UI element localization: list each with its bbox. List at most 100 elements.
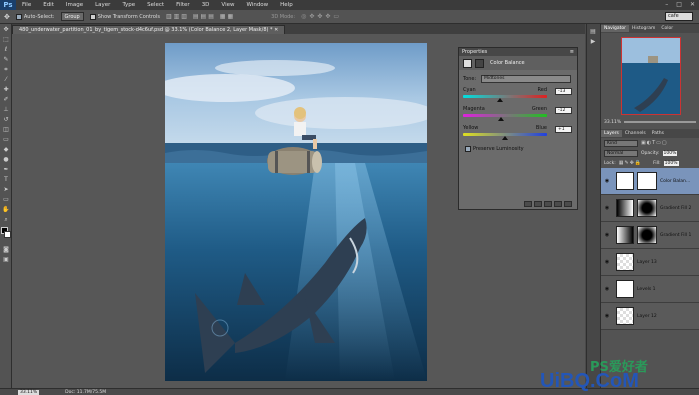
tone-dropdown[interactable]: Midtones (481, 75, 571, 83)
clip-icon[interactable] (524, 201, 532, 207)
visibility-eye-icon[interactable]: ◉ (603, 232, 611, 238)
menu-edit[interactable]: Edit (37, 2, 60, 8)
lock-icons[interactable]: ▦✎✥🔒 (619, 160, 642, 166)
visibility-eye-icon[interactable]: ◉ (603, 313, 611, 319)
menu-3d[interactable]: 3D (196, 2, 216, 8)
quick-mask-icon[interactable]: ◙ (2, 246, 10, 254)
stamp-tool-icon[interactable]: ⊥ (2, 106, 10, 114)
tab-navigator[interactable]: Navigator (601, 25, 630, 32)
workspace-selector[interactable]: cafe (665, 12, 693, 21)
navigator-zoom[interactable]: 33.11% (604, 120, 621, 125)
menu-view[interactable]: View (215, 2, 240, 8)
layer-name[interactable]: Gradient Fill 1 (660, 233, 691, 238)
layer-name[interactable]: Layer 13 (637, 260, 657, 265)
tab-color[interactable]: Color (658, 25, 676, 32)
layer-name[interactable]: Gradient Fill 2 (660, 206, 691, 211)
document-tab[interactable]: 480_underwater_partition_01_by_tigem_sto… (12, 25, 286, 34)
slider-knob[interactable] (497, 117, 504, 121)
tab-paths[interactable]: Paths (649, 130, 667, 137)
filter-icons[interactable]: ▣◐T▭▢ (641, 140, 668, 146)
eraser-tool-icon[interactable]: ◫ (2, 126, 10, 134)
blend-mode-dropdown[interactable]: Normal (604, 149, 638, 157)
menu-window[interactable]: Window (240, 2, 274, 8)
layer-thumbnail[interactable] (616, 172, 634, 190)
color-swatches[interactable] (1, 227, 11, 243)
hand-tool-icon[interactable]: ✋ (2, 206, 10, 214)
tab-histogram[interactable]: Histogram (629, 25, 658, 32)
menu-select[interactable]: Select (141, 2, 170, 8)
dodge-tool-icon[interactable]: ● (2, 156, 10, 164)
marquee-tool-icon[interactable]: ⬚ (2, 36, 10, 44)
layer-row[interactable]: ◉ Layer 13 (601, 249, 699, 276)
panel-menu-icon[interactable]: ≡ (570, 49, 574, 55)
tab-channels[interactable]: Channels (622, 130, 649, 137)
layer-row[interactable]: ◉ Gradient Fill 1 (601, 222, 699, 249)
trash-icon[interactable] (564, 201, 572, 207)
close-icon[interactable]: ✕ (690, 1, 695, 8)
history-brush-icon[interactable]: ↺ (2, 116, 10, 124)
visibility-eye-icon[interactable]: ◉ (603, 205, 611, 211)
3d-tools-icons[interactable]: ◎✥✤✥▭ (301, 13, 342, 20)
blur-tool-icon[interactable]: ◆ (2, 146, 10, 154)
view-previous-icon[interactable] (534, 201, 542, 207)
slider-track[interactable] (463, 133, 547, 140)
transform-controls-checkbox[interactable]: Show Transform Controls (89, 13, 160, 20)
layer-row[interactable]: ◉ Color Balan... (601, 168, 699, 195)
menu-image[interactable]: Image (60, 2, 89, 8)
gradient-tool-icon[interactable]: ▭ (2, 136, 10, 144)
visibility-icon[interactable] (554, 201, 562, 207)
minimize-icon[interactable]: – (665, 1, 668, 8)
layer-name[interactable]: Color Balan... (660, 179, 690, 184)
pen-tool-icon[interactable]: ✒ (2, 166, 10, 174)
menu-filter[interactable]: Filter (170, 2, 196, 8)
layer-name[interactable]: Levels 1 (637, 287, 656, 292)
screen-mode-icon[interactable]: ▣ (2, 256, 10, 264)
healing-tool-icon[interactable]: ✚ (2, 86, 10, 94)
zoom-slider[interactable] (624, 121, 696, 123)
menu-layer[interactable]: Layer (89, 2, 116, 8)
status-zoom[interactable]: 33.11% (18, 389, 40, 395)
eyedropper-tool-icon[interactable]: ⁄ (2, 76, 10, 84)
menu-type[interactable]: Type (116, 2, 141, 8)
layer-thumbnail[interactable] (616, 307, 634, 325)
layer-mask-thumbnail[interactable] (637, 226, 657, 244)
history-panel-icon[interactable]: ▤ (589, 28, 597, 36)
document-canvas[interactable] (165, 43, 427, 381)
move-tool-icon[interactable]: ✥ (2, 26, 10, 34)
slider-knob[interactable] (502, 136, 508, 140)
opacity-value[interactable]: 100% (662, 150, 678, 156)
layer-row[interactable]: ◉ Levels 1 (601, 276, 699, 303)
lasso-tool-icon[interactable]: ℓ (2, 46, 10, 54)
crop-tool-icon[interactable]: ⌗ (2, 66, 10, 74)
slider-value[interactable]: -12 (555, 107, 572, 114)
auto-select-dropdown[interactable]: Group (60, 12, 84, 21)
visibility-eye-icon[interactable]: ◉ (603, 178, 611, 184)
quick-select-tool-icon[interactable]: ✎ (2, 56, 10, 64)
preserve-luminosity-checkbox[interactable] (465, 146, 471, 152)
actions-panel-icon[interactable]: ▶ (589, 38, 597, 46)
close-tab-icon[interactable]: ✕ (274, 27, 278, 33)
navigator-preview[interactable] (621, 37, 681, 115)
slider-track[interactable] (463, 95, 547, 102)
visibility-eye-icon[interactable]: ◉ (603, 286, 611, 292)
layer-mask-thumbnail[interactable] (637, 172, 657, 190)
mask-icon[interactable] (475, 58, 484, 68)
shape-tool-icon[interactable]: ▭ (2, 196, 10, 204)
slider-knob[interactable] (496, 98, 503, 102)
auto-select-checkbox[interactable]: Auto-Select: (15, 13, 55, 20)
maximize-icon[interactable]: □ (676, 1, 682, 8)
layer-thumbnail[interactable] (616, 280, 634, 298)
slider-value[interactable]: +1 (555, 126, 572, 133)
type-tool-icon[interactable]: T (2, 176, 10, 184)
layer-mask-thumbnail[interactable] (637, 199, 657, 217)
brush-tool-icon[interactable]: ✐ (2, 96, 10, 104)
slider-value[interactable]: -13 (555, 88, 572, 95)
tab-layers[interactable]: Layers (601, 130, 622, 137)
visibility-eye-icon[interactable]: ◉ (603, 259, 611, 265)
layer-row[interactable]: ◉ Gradient Fill 2 (601, 195, 699, 222)
slider-track[interactable] (463, 114, 547, 121)
layer-row[interactable]: ◉ Layer 12 (601, 303, 699, 330)
layer-name[interactable]: Layer 12 (637, 314, 657, 319)
zoom-tool-icon[interactable]: ⌕ (2, 216, 10, 224)
menu-file[interactable]: File (16, 2, 37, 8)
